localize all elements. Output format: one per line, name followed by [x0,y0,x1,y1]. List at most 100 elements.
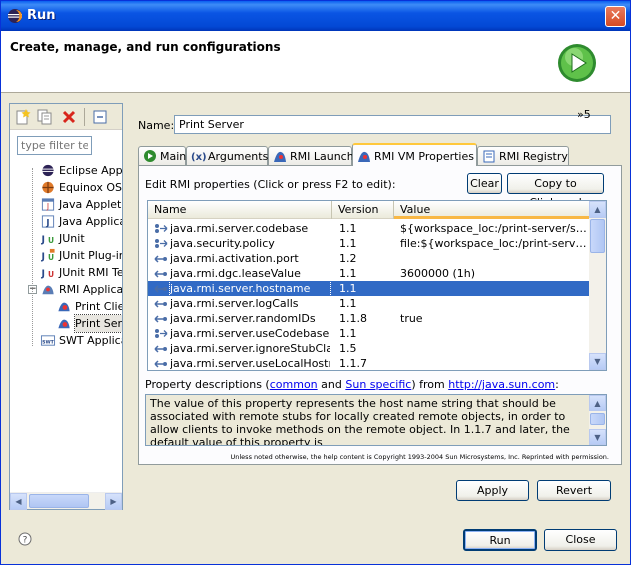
svg-text:J: J [40,234,44,245]
desc-after: ) from [411,378,449,391]
table-row[interactable]: java.rmi.server.useCodebase... 1.1 [148,326,590,341]
main-tab-icon [144,150,156,162]
description-text: The value of this property represents th… [150,397,570,446]
table-row[interactable]: java.rmi.server.codebase 1.1 ${workspace_l… [148,221,590,236]
tree-connector [32,168,33,346]
help-icon[interactable]: ? [18,532,32,546]
cell-version: 1.1 [339,267,357,280]
delete-icon[interactable] [60,108,78,126]
tab-overflow-button[interactable]: »5 [577,108,591,121]
scroll-thumb[interactable] [29,494,89,508]
junit-rmi-icon: JU [40,268,54,279]
table-row[interactable]: java.security.policy 1.1 file:${workspace_… [148,236,590,251]
table-row[interactable]: java.rmi.server.hostname 1.1 [148,280,590,297]
table-header: Name Version Value [148,201,590,219]
collapse-all-icon[interactable] [91,108,109,126]
tree-item-label: Print Clie [75,300,122,313]
scroll-up-icon[interactable]: ▲ [589,201,606,218]
svg-text:U: U [48,270,54,279]
table-row[interactable]: java.rmi.server.randomIDs 1.1.8 true [148,311,590,326]
description-scrollbar[interactable]: ▲ ▼ [589,395,606,445]
equinox-icon [42,181,54,194]
property-icon [154,270,167,278]
duplicate-icon[interactable] [36,108,54,126]
name-input[interactable] [174,115,611,134]
column-header-name[interactable]: Name [148,201,332,219]
scroll-down-icon[interactable]: ▼ [589,353,606,370]
table-vertical-scrollbar[interactable]: ▲ ▼ [589,201,606,370]
junit-icon: JU [40,234,54,245]
property-set-icon [155,224,168,233]
apply-label: Apply [476,484,509,497]
tree-item-label: SWT Applicat [59,334,122,347]
desc-mid: and [317,378,346,391]
scroll-thumb[interactable] [590,219,605,253]
column-header-value[interactable]: Value [394,201,590,219]
tab-rmi-vm-properties[interactable]: RMI VM Properties [352,143,477,166]
scroll-right-icon[interactable]: ▶ [105,493,122,510]
title-bar[interactable]: Run ✕ [1,1,630,31]
common-link[interactable]: common [270,378,318,391]
cell-version: 1.1 [339,327,357,340]
filter-input[interactable] [17,136,92,155]
table-row[interactable]: java.rmi.server.useLocalHostn... 1.1.7 [148,356,590,370]
svg-text:U: U [48,236,54,245]
svg-text:J: J [45,218,49,228]
tab-rmi-launch[interactable]: RMI Launch [268,146,354,165]
new-configuration-icon[interactable] [14,108,32,126]
svg-text:(x)=: (x)= [191,152,206,163]
java-sun-link[interactable]: http://java.sun.com [448,378,555,391]
property-icon [154,315,167,323]
run-button[interactable]: Run [463,529,537,551]
cell-name: java.rmi.server.codebase [170,222,309,235]
rmi-config-icon [58,319,70,329]
scroll-left-icon[interactable]: ◀ [10,493,27,510]
description-box[interactable]: The value of this property represents th… [145,394,607,446]
table-row[interactable]: java.rmi.server.ignoreStubCla... 1.5 [148,341,590,356]
tab-strip: Main(x)=ArgumentsRMI LaunchRMI VM Proper… [138,143,622,166]
arguments-tab-icon: (x)= [191,152,206,163]
tree-item-label: Java Applet [59,198,122,211]
sun-specific-link[interactable]: Sun specific [345,378,411,391]
tab-arguments[interactable]: (x)=Arguments [186,146,268,165]
cell-version: 1.2 [339,252,357,265]
header-title: Create, manage, and run configurations [10,40,281,54]
eclipse-icon [8,9,22,23]
config-toolbar [10,104,122,130]
properties-table[interactable]: Name Version Value java.rmi.server.codeb… [147,200,607,371]
cell-name: java.security.policy [170,237,275,250]
svg-text:J: J [46,202,49,211]
swt-icon: SWT [40,335,56,346]
configuration-tree: Eclipse Applic Equinox OSG J Java Applet J Ja… [10,160,122,490]
scroll-up-icon[interactable]: ▲ [589,395,606,411]
tab-rmi-registry[interactable]: RMI Registry [477,146,569,165]
rmi-vm-properties-tab: Edit RMI properties (Click or press F2 t… [138,165,622,465]
tree-item-label: Print Ser [73,314,122,333]
name-label: Name: [138,119,175,132]
java-applet-icon: J [41,198,55,211]
revert-button[interactable]: Revert [537,480,611,501]
toolbar-separator [84,108,85,126]
tab-main[interactable]: Main [138,146,186,165]
window-close-button[interactable]: ✕ [605,6,626,27]
apply-button[interactable]: Apply [456,480,529,501]
svg-text:U: U [48,253,54,262]
table-row[interactable]: java.rmi.activation.port 1.2 [148,251,590,266]
tree-horizontal-scrollbar[interactable]: ◀ ▶ [10,492,122,510]
property-icon [154,285,167,293]
scroll-thumb[interactable] [590,413,605,425]
column-header-version[interactable]: Version [332,201,394,219]
tree-item-label: JUnit [59,232,85,245]
run-large-icon [558,44,596,82]
table-row[interactable]: java.rmi.server.logCalls 1.1 [148,296,590,311]
scroll-down-icon[interactable]: ▼ [589,429,606,445]
properties-instructions: Edit RMI properties (Click or press F2 t… [145,178,396,191]
clear-button[interactable]: Clear [467,173,502,194]
close-button[interactable]: Close [544,529,617,551]
property-icon [154,360,167,368]
copy-to-clipboard-button[interactable]: Copy to Clipboard [507,173,604,209]
cell-value: true [400,312,423,325]
rmi-launch-tab-icon [274,151,286,162]
table-row[interactable]: java.rmi.dgc.leaseValue 1.1 3600000 (1h) [148,266,590,281]
run-dialog: Run ✕ Create, manage, and run configurat… [0,0,631,565]
